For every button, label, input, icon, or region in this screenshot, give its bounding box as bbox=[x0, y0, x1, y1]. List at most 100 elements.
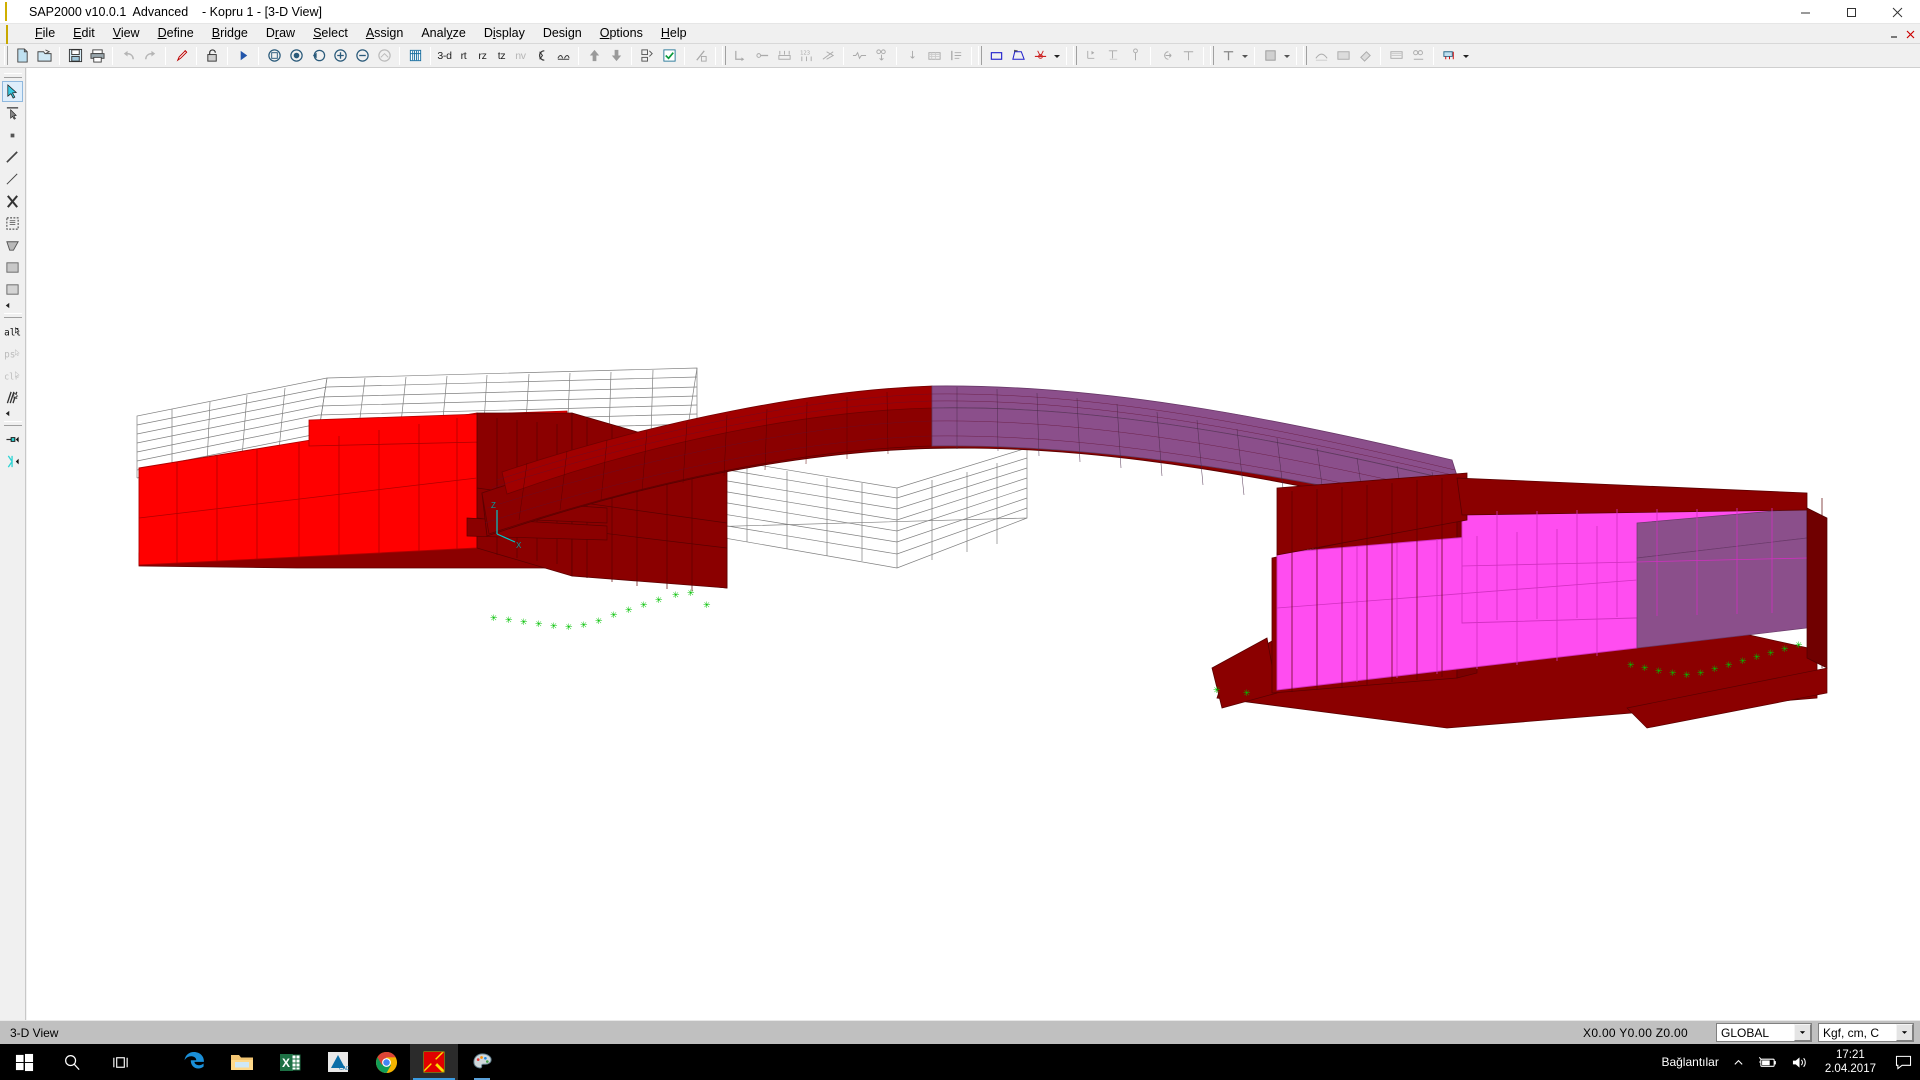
chevron-down-icon[interactable] bbox=[1794, 1024, 1811, 1041]
toolbar-grip[interactable] bbox=[978, 46, 982, 65]
bridge-vehicle-load-button[interactable] bbox=[1438, 45, 1460, 66]
bridge-influence-button[interactable] bbox=[1407, 45, 1429, 66]
show-undeformed-shape-button[interactable] bbox=[901, 45, 923, 66]
select-all-button[interactable]: all bbox=[2, 321, 23, 342]
object-shrink-button[interactable] bbox=[552, 45, 574, 66]
show-joint-springs-button[interactable] bbox=[773, 45, 795, 66]
sap2000-button[interactable] bbox=[410, 1044, 458, 1080]
show-joint-restraints-button[interactable] bbox=[729, 45, 751, 66]
print-button[interactable] bbox=[86, 45, 108, 66]
show-misc-assigns-button[interactable] bbox=[848, 45, 870, 66]
new-model-button[interactable] bbox=[11, 45, 33, 66]
toolbar-grip[interactable] bbox=[1073, 46, 1077, 65]
menu-edit[interactable]: Edit bbox=[64, 24, 104, 43]
battery-icon[interactable] bbox=[1751, 1044, 1784, 1080]
select-intersecting-line-tool[interactable] bbox=[2, 169, 23, 190]
restore-full-view-button[interactable] bbox=[285, 45, 307, 66]
show-labels-button[interactable]: 123 bbox=[795, 45, 817, 66]
show-joint-loads-button[interactable] bbox=[870, 45, 892, 66]
speaker-icon[interactable] bbox=[1784, 1044, 1815, 1080]
close-button[interactable] bbox=[1874, 0, 1920, 24]
menu-options[interactable]: Options bbox=[591, 24, 652, 43]
excel-button[interactable]: X bbox=[266, 1044, 314, 1080]
assign-joint-restraint-button[interactable] bbox=[1080, 45, 1102, 66]
minimize-button[interactable] bbox=[1782, 0, 1828, 24]
view-3d-button[interactable]: 3-d bbox=[435, 45, 454, 66]
paint-button[interactable] bbox=[458, 1044, 506, 1080]
draw-quad-area-button[interactable] bbox=[985, 45, 1007, 66]
deselect-tool[interactable] bbox=[2, 387, 23, 408]
autocad-button[interactable]: CAD bbox=[314, 1044, 362, 1080]
set-display-options-button[interactable] bbox=[404, 45, 426, 66]
run-analysis-button[interactable] bbox=[232, 45, 254, 66]
zoom-out-one-step-button[interactable] bbox=[351, 45, 373, 66]
toolbar-grip[interactable] bbox=[1210, 46, 1214, 65]
chevron-up-icon[interactable] bbox=[1726, 1044, 1751, 1080]
display-text-dropdown[interactable] bbox=[1239, 45, 1250, 66]
display-text-button[interactable] bbox=[1217, 45, 1239, 66]
move-up-in-list-button[interactable] bbox=[583, 45, 605, 66]
pointer-select-tool[interactable] bbox=[2, 81, 23, 102]
bridge-layout-line-button[interactable] bbox=[1310, 45, 1332, 66]
search-button[interactable] bbox=[48, 1044, 96, 1080]
draw-dropdown-button[interactable] bbox=[1051, 45, 1062, 66]
select-area-tool-1[interactable] bbox=[2, 257, 23, 278]
undo-button[interactable] bbox=[117, 45, 139, 66]
sidebar-grip[interactable] bbox=[3, 73, 22, 78]
units-select[interactable]: Kgf, cm, C bbox=[1818, 1023, 1914, 1042]
refresh-window-button[interactable] bbox=[170, 45, 192, 66]
maximize-button[interactable] bbox=[1828, 0, 1874, 24]
bridge-load-dropdown[interactable] bbox=[1460, 45, 1471, 66]
edge-button[interactable] bbox=[170, 1044, 218, 1080]
sap2000-document-icon[interactable] bbox=[6, 24, 22, 44]
chrome-button[interactable] bbox=[362, 1044, 410, 1080]
select-polygon-tool[interactable] bbox=[2, 235, 23, 256]
file-explorer-button[interactable] bbox=[218, 1044, 266, 1080]
sidebar-expand-arrow-2[interactable] bbox=[2, 409, 23, 418]
snap-to-joint-button[interactable] bbox=[2, 451, 23, 472]
show-local-axes-button[interactable] bbox=[817, 45, 839, 66]
sidebar-grip[interactable] bbox=[3, 421, 22, 426]
scale-diagram-button[interactable] bbox=[689, 45, 711, 66]
snap-to-point-button[interactable] bbox=[2, 429, 23, 450]
network-label[interactable]: Bağlantılar bbox=[1654, 1044, 1725, 1080]
menu-design[interactable]: Design bbox=[534, 24, 591, 43]
mdi-restore-button[interactable] bbox=[1886, 26, 1902, 42]
select-crossing-tool[interactable] bbox=[2, 191, 23, 212]
show-deformed-shape-button[interactable] bbox=[923, 45, 945, 66]
chevron-down-icon[interactable] bbox=[1896, 1024, 1913, 1041]
assign-area-load-button[interactable] bbox=[1177, 45, 1199, 66]
assign-frame-load-button[interactable] bbox=[1155, 45, 1177, 66]
notification-icon[interactable] bbox=[1886, 1044, 1920, 1080]
zoom-in-one-step-button[interactable] bbox=[329, 45, 351, 66]
menu-assign[interactable]: Assign bbox=[357, 24, 413, 43]
open-file-button[interactable] bbox=[33, 45, 55, 66]
select-window-tool[interactable] bbox=[2, 213, 23, 234]
perspective-toggle-button[interactable] bbox=[530, 45, 552, 66]
lock-unlock-model-button[interactable] bbox=[201, 45, 223, 66]
clock[interactable]: 17:21 2.04.2017 bbox=[1815, 1044, 1886, 1080]
sidebar-grip[interactable] bbox=[3, 313, 22, 318]
clear-selection-button[interactable]: clr bbox=[2, 365, 23, 386]
menu-file[interactable]: File bbox=[26, 24, 64, 43]
draw-special-joint-button[interactable] bbox=[1029, 45, 1051, 66]
start-button[interactable] bbox=[0, 1044, 48, 1080]
save-button[interactable] bbox=[64, 45, 86, 66]
menu-bridge[interactable]: Bridge bbox=[203, 24, 257, 43]
menu-draw[interactable]: Draw bbox=[257, 24, 304, 43]
menu-display[interactable]: Display bbox=[475, 24, 534, 43]
select-line-tool[interactable] bbox=[2, 147, 23, 168]
model-view-canvas[interactable]: ✳ ✳ ✳ ✳ ✳ ✳ ✳ ✳ ✳ ✳ ✳ ✳ ✳ ✳ ✳ ✳ ✳ ✳ ✳ ✳ … bbox=[27, 68, 1920, 1020]
bridge-3d-model[interactable]: ✳ ✳ ✳ ✳ ✳ ✳ ✳ ✳ ✳ ✳ ✳ ✳ ✳ ✳ ✳ ✳ ✳ ✳ ✳ ✳ … bbox=[27, 68, 1920, 1020]
redo-button[interactable] bbox=[139, 45, 161, 66]
bridge-section-button[interactable] bbox=[1332, 45, 1354, 66]
view-nv-button[interactable]: nv bbox=[511, 45, 530, 66]
menu-analyze[interactable]: Analyze bbox=[412, 24, 474, 43]
display-fill-button[interactable] bbox=[1259, 45, 1281, 66]
toolbar-grip[interactable] bbox=[722, 46, 726, 65]
select-area-tool-2[interactable] bbox=[2, 279, 23, 300]
bridge-response-button[interactable] bbox=[1385, 45, 1407, 66]
task-view-button[interactable] bbox=[96, 1044, 144, 1080]
draw-frame-cable-button[interactable] bbox=[1007, 45, 1029, 66]
assign-joint-pattern-button[interactable] bbox=[1102, 45, 1124, 66]
